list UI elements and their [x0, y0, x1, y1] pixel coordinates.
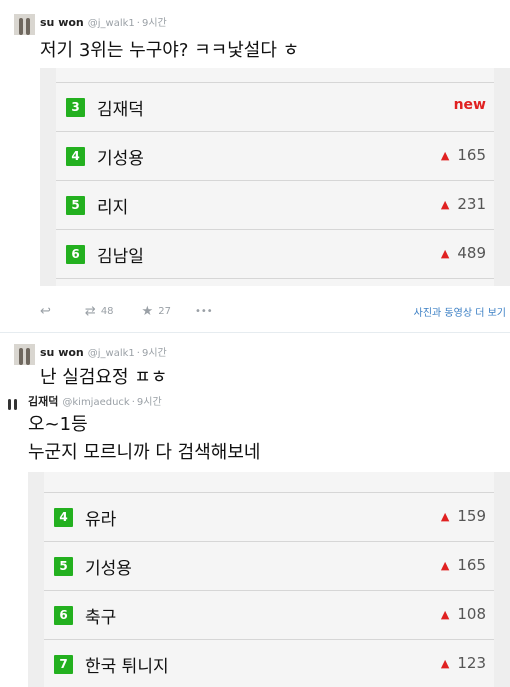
user-handle[interactable]: @j_walk1 — [88, 348, 135, 359]
trend-row: 6 김남일 ▲ 489 — [56, 229, 494, 279]
timestamp[interactable]: 9시간 — [142, 14, 167, 29]
tweet-text: 저기 3위는 누구야? ㅋㅋ낯설다 ㅎ — [40, 40, 300, 61]
trend-row: 4 유라 ▲ 159 — [44, 492, 494, 542]
rank-change: 165 — [457, 556, 486, 574]
trend-keyword: 기성용 — [97, 149, 144, 169]
rank-badge: 4 — [66, 147, 85, 166]
user-handle[interactable]: @j_walk1 — [88, 18, 135, 29]
avatar[interactable] — [14, 344, 35, 365]
trend-row: 3 김재덕 new — [56, 82, 494, 132]
up-arrow-icon: ▲ — [440, 148, 450, 162]
up-arrow-icon: ▲ — [440, 246, 450, 260]
card-divider — [56, 278, 494, 286]
trend-keyword: 유라 — [85, 510, 117, 530]
rank-change: 165 — [457, 146, 486, 164]
rank-badge: 7 — [54, 655, 73, 674]
up-arrow-icon: ▲ — [440, 656, 450, 670]
user-handle[interactable]: @kimjaeduck — [62, 397, 129, 408]
rank-badge: 6 — [54, 606, 73, 625]
tweet-3: 김재덕 @kimjaeduck · 9시간 오~1등 누군지 모르니까 다 검색… — [0, 388, 510, 687]
tweet-1: su won @j_walk1 · 9시간 저기 3위는 누구야? ㅋㅋ낯설다 … — [0, 0, 510, 332]
trend-row: 6 축구 ▲ 108 — [44, 590, 494, 640]
rank-badge: 5 — [66, 196, 85, 215]
reply-icon[interactable]: ↩ — [40, 304, 51, 319]
rank-badge: 6 — [66, 245, 85, 264]
new-badge: new — [453, 97, 486, 113]
rank-badge: 3 — [66, 98, 85, 117]
trend-row: 4 기성용 ▲ 165 — [56, 131, 494, 181]
more-options-icon[interactable]: ••• — [195, 306, 213, 317]
rank-change: 489 — [457, 244, 486, 262]
rank-change: 159 — [457, 507, 486, 525]
tweet-text-line-2: 누군지 모르니까 다 검색해보네 — [28, 442, 261, 463]
trend-row: 5 기성용 ▲ 165 — [44, 541, 494, 591]
up-arrow-icon: ▲ — [440, 509, 450, 523]
timestamp[interactable]: 9시간 — [137, 393, 162, 408]
user-name[interactable]: su won — [40, 346, 84, 359]
trend-row: 7 한국 튀니지 ▲ 123 — [44, 639, 494, 687]
favorite-count: 27 — [158, 306, 171, 317]
trend-keyword: 김남일 — [97, 247, 144, 267]
tweet-2: su won @j_walk1 · 9시간 난 실검요정 ㅍㅎ — [0, 333, 510, 388]
up-arrow-icon: ▲ — [440, 558, 450, 572]
trend-keyword: 한국 튀니지 — [85, 657, 169, 677]
media-card[interactable]: 4 유라 ▲ 159 5 기성용 ▲ 165 6 축구 ▲ 108 7 한국 튀니지 … — [28, 472, 510, 687]
rank-change: 108 — [457, 605, 486, 623]
trend-keyword: 김재덕 — [97, 100, 144, 120]
tweet-text: 난 실검요정 ㅍㅎ — [40, 367, 168, 388]
avatar[interactable] — [14, 14, 35, 35]
user-name[interactable]: su won — [40, 16, 84, 29]
up-arrow-icon: ▲ — [440, 197, 450, 211]
tweet-actions: ↩ ⇄ 48 ★ 27 ••• — [40, 304, 213, 319]
rank-badge: 4 — [54, 508, 73, 527]
trend-keyword: 축구 — [85, 608, 117, 628]
trend-keyword: 리지 — [97, 198, 129, 218]
rank-change: 123 — [457, 654, 486, 672]
user-name[interactable]: 김재덕 — [28, 393, 58, 409]
retweet-count: 48 — [100, 306, 114, 317]
rank-change: 231 — [457, 195, 486, 213]
tweet-text-line-1: 오~1등 — [28, 414, 88, 435]
up-arrow-icon: ▲ — [440, 607, 450, 621]
media-card[interactable]: 3 김재덕 new 4 기성용 ▲ 165 5 리지 ▲ 231 6 김남일 ▲ 48… — [40, 68, 510, 286]
rank-badge: 5 — [54, 557, 73, 576]
trend-keyword: 기성용 — [85, 559, 132, 579]
avatar[interactable] — [6, 396, 20, 410]
view-media-link[interactable]: 사진과 동영상 더 보기 — [414, 304, 506, 319]
favorite-icon[interactable]: ★ — [142, 304, 154, 319]
trend-row: 5 리지 ▲ 231 — [56, 180, 494, 230]
retweet-icon[interactable]: ⇄ — [85, 304, 96, 319]
timestamp[interactable]: 9시간 — [142, 344, 167, 359]
